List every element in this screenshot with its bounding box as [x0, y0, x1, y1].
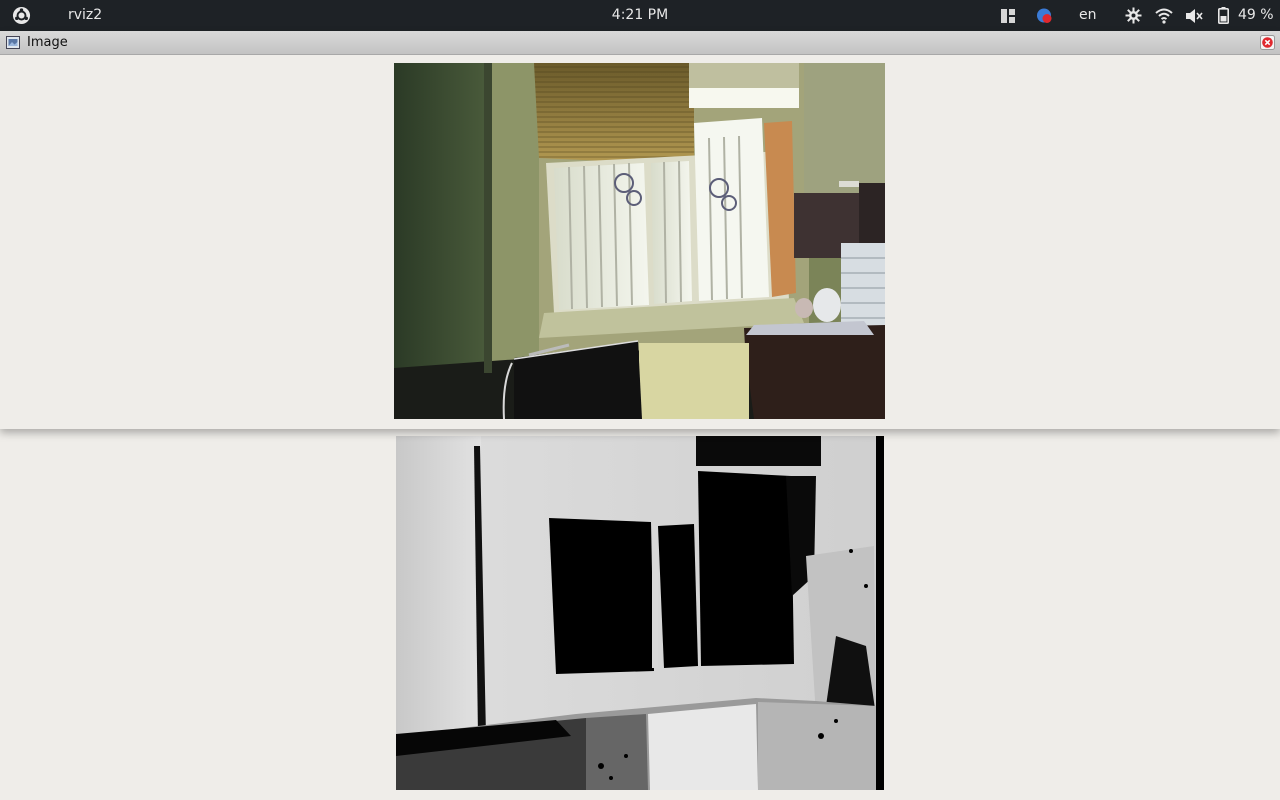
volume-muted-icon[interactable]: [1185, 6, 1203, 25]
image-window: Image: [0, 31, 1280, 429]
notification-icon[interactable]: [1036, 6, 1053, 25]
window-app-icon: [6, 36, 20, 49]
depth-image-window: [0, 429, 1280, 800]
rgb-camera-image: [394, 63, 885, 419]
window-titlebar[interactable]: Image: [0, 31, 1280, 55]
battery-icon[interactable]: [1218, 6, 1229, 25]
wifi-icon[interactable]: [1155, 6, 1173, 25]
window-title: Image: [27, 35, 68, 50]
depth-camera-image: [396, 436, 884, 790]
language-indicator[interactable]: en: [1079, 7, 1097, 23]
image-display-area: [10, 63, 1267, 419]
settings-icon[interactable]: [1125, 6, 1142, 25]
workspace-icon[interactable]: [1001, 6, 1015, 25]
top-panel: rviz2 4:21 PM en 49 %: [0, 0, 1280, 31]
battery-percentage[interactable]: 49 %: [1238, 7, 1274, 23]
close-icon[interactable]: [1260, 35, 1275, 50]
